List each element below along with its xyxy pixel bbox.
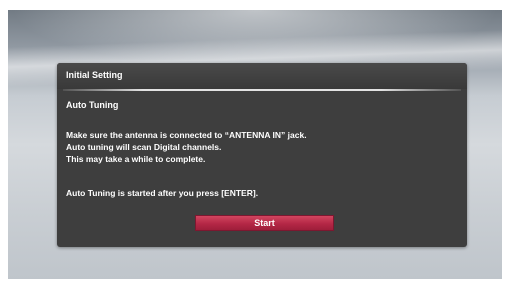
header-divider [63, 89, 461, 91]
initial-setting-dialog: Initial Setting Auto Tuning Make sure th… [57, 63, 467, 247]
message-line: Auto tuning will scan Digital channels. [66, 142, 222, 152]
dialog-title: Initial Setting [66, 70, 123, 80]
message-line: This may take a while to complete. [66, 154, 206, 164]
section-title: Auto Tuning [66, 100, 119, 110]
message-line: Make sure the antenna is connected to “A… [66, 130, 307, 140]
start-button[interactable]: Start [195, 215, 334, 231]
message-text: Make sure the antenna is connected to “A… [66, 129, 307, 165]
instruction-text: Auto Tuning is started after you press [… [66, 188, 259, 198]
dialog-header: Initial Setting [57, 63, 467, 89]
